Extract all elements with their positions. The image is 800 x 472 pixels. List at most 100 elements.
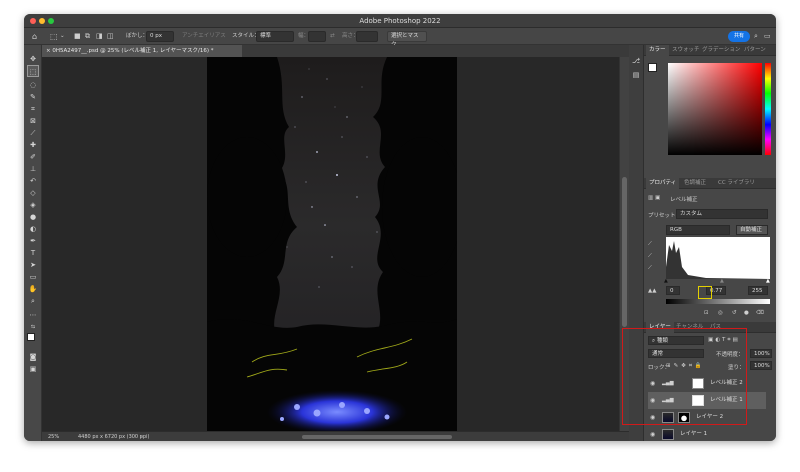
- tools-panel: ✥ ⬚ ◌ ✎ ⌗ ⊠ ⟋ ✚ ✐ ⊥ ↶ ◇ ◈ ● ◐ ✒ T ➤ ▭ ✋ …: [24, 45, 42, 441]
- histogram: [666, 237, 770, 279]
- white-eyedropper-icon[interactable]: ⟋: [648, 265, 652, 272]
- layer-name[interactable]: レイヤー 1: [680, 426, 707, 441]
- document-tab[interactable]: × 0H5A2497__.psd @ 25% (レベル補正 1, レイヤーマスク…: [42, 45, 242, 57]
- canvas-area[interactable]: [42, 57, 619, 431]
- zoom-tool-icon[interactable]: ⌕: [27, 295, 39, 307]
- frame-tool-icon[interactable]: ⊠: [27, 115, 39, 127]
- channel-select[interactable]: RGB: [666, 225, 730, 235]
- quick-selection-tool-icon[interactable]: ✎: [27, 91, 39, 103]
- dodge-tool-icon[interactable]: ◐: [27, 223, 39, 235]
- opacity-field[interactable]: 100%: [750, 349, 772, 358]
- options-bar: ⌂ ⬚ ⌄ ■ ⧉ ◨ ◫ ぼかし： 0 px アンチエイリアス スタイル： 標…: [24, 28, 776, 48]
- midtone-slider[interactable]: ▲: [720, 278, 724, 284]
- comments-panel-icon[interactable]: ▤: [630, 69, 642, 81]
- quick-mask-icon[interactable]: ◙: [27, 351, 39, 363]
- select-and-mask-button[interactable]: 選択とマスク...: [387, 31, 427, 48]
- type-tool-icon[interactable]: T: [27, 247, 39, 259]
- foreground-color-chip[interactable]: [648, 63, 657, 72]
- tab-patterns[interactable]: パターン: [744, 45, 766, 56]
- view-previous-icon[interactable]: ◎: [718, 310, 723, 316]
- chevron-down-icon[interactable]: ⌄: [60, 31, 65, 42]
- crop-tool-icon[interactable]: ⌗: [27, 103, 39, 115]
- reset-icon[interactable]: ↺: [732, 310, 737, 316]
- marquee-tool-icon[interactable]: ⬚: [50, 31, 58, 42]
- feather-input[interactable]: 0 px: [146, 31, 174, 42]
- tab-swatches[interactable]: スウォッチ: [672, 45, 700, 56]
- style-select[interactable]: 標準: [256, 31, 294, 42]
- eraser-tool-icon[interactable]: ◇: [27, 187, 39, 199]
- path-selection-tool-icon[interactable]: ➤: [27, 259, 39, 271]
- blur-tool-icon[interactable]: ●: [27, 211, 39, 223]
- height-input[interactable]: [356, 31, 378, 42]
- eyedropper-tool-icon[interactable]: ⟋: [27, 127, 39, 139]
- tab-gradients[interactable]: グラデーション: [702, 45, 740, 56]
- hand-tool-icon[interactable]: ✋: [27, 283, 39, 295]
- input-black-field[interactable]: 0: [666, 286, 680, 295]
- document-canvas[interactable]: [207, 57, 457, 431]
- search-icon[interactable]: ⌕: [754, 31, 758, 42]
- feather-label: ぼかし：: [126, 33, 149, 39]
- document-tab-label: 0H5A2497__.psd @ 25% (レベル補正 1, レイヤーマスク/1…: [52, 48, 214, 54]
- clip-to-layer-icon[interactable]: ⊡: [704, 310, 709, 316]
- visibility-icon[interactable]: ●: [744, 310, 749, 316]
- layer-thumbnail[interactable]: [662, 429, 674, 440]
- title-bar: Adobe Photoshop 2022: [24, 14, 776, 28]
- vertical-scroll-thumb[interactable]: [622, 177, 627, 327]
- properties-footer: ⊡ ◎ ↺ ● ⌫: [644, 308, 776, 320]
- width-input[interactable]: [308, 31, 326, 42]
- status-bar: 25% 4480 px x 6720 px (300 ppi) ›: [42, 431, 629, 441]
- layers-highlight-box: [622, 328, 747, 425]
- hue-slider[interactable]: [765, 63, 771, 155]
- properties-header: レベル補正: [670, 197, 698, 203]
- move-tool-icon[interactable]: ✥: [27, 53, 39, 65]
- tab-cc-libraries[interactable]: CC ライブラリ: [718, 178, 755, 189]
- add-selection-icon[interactable]: ⧉: [85, 31, 90, 42]
- black-point-slider[interactable]: ▲: [664, 278, 668, 284]
- color-panel-tabs: カラー スウォッチ グラデーション パターン: [644, 45, 776, 56]
- screen-mode-icon[interactable]: ▣: [27, 363, 39, 375]
- brush-tool-icon[interactable]: ✐: [27, 151, 39, 163]
- preset-select[interactable]: カスタム: [676, 209, 768, 219]
- trash-icon[interactable]: ⌫: [756, 310, 764, 316]
- chevron-right-icon[interactable]: ›: [140, 433, 142, 441]
- auto-button[interactable]: 自動補正: [736, 225, 768, 235]
- window-title: Adobe Photoshop 2022: [359, 17, 441, 25]
- layer-row[interactable]: ◉ レイヤー 1: [648, 426, 766, 441]
- swap-colors-icon[interactable]: ⇆: [27, 321, 39, 333]
- pen-tool-icon[interactable]: ✒: [27, 235, 39, 247]
- rectangle-tool-icon[interactable]: ▭: [27, 271, 39, 283]
- rectangular-marquee-tool-icon[interactable]: ⬚: [27, 65, 39, 77]
- history-brush-tool-icon[interactable]: ↶: [27, 175, 39, 187]
- input-levels-icon: ▲▲: [648, 288, 657, 294]
- healing-brush-tool-icon[interactable]: ✚: [27, 139, 39, 151]
- tab-properties[interactable]: プロパティ: [646, 178, 680, 189]
- black-eyedropper-icon[interactable]: ⟋: [648, 241, 652, 248]
- fill-field[interactable]: 100%: [750, 361, 772, 370]
- subtract-selection-icon[interactable]: ◨: [96, 31, 103, 42]
- home-icon[interactable]: ⌂: [32, 31, 37, 42]
- horizontal-scroll-thumb[interactable]: [302, 435, 452, 439]
- intersect-selection-icon[interactable]: ◫: [107, 31, 114, 42]
- color-picker-field[interactable]: [668, 63, 762, 155]
- antialias-checkbox[interactable]: アンチエイリアス: [182, 31, 226, 42]
- share-button[interactable]: 共有: [728, 31, 750, 42]
- white-point-slider[interactable]: ▲: [766, 278, 770, 284]
- eye-icon[interactable]: ◉: [650, 426, 655, 441]
- document-tabs: × 0H5A2497__.psd @ 25% (レベル補正 1, レイヤーマスク…: [42, 45, 629, 57]
- input-level-sliders[interactable]: ▲ ▲ ▲: [664, 278, 770, 284]
- gray-eyedropper-icon[interactable]: ⟋: [648, 253, 652, 260]
- swap-icon[interactable]: ⇄: [330, 31, 335, 42]
- input-white-field[interactable]: 255: [748, 286, 768, 295]
- tab-color[interactable]: カラー: [646, 45, 669, 56]
- paint-bucket-tool-icon[interactable]: ◈: [27, 199, 39, 211]
- output-levels-gradient[interactable]: [666, 299, 770, 304]
- more-tools-icon[interactable]: ⋯: [27, 309, 39, 321]
- clone-stamp-tool-icon[interactable]: ⊥: [27, 163, 39, 175]
- new-selection-icon[interactable]: ■: [74, 31, 81, 42]
- history-panel-icon[interactable]: ⎇: [630, 55, 642, 67]
- foreground-color-swatch[interactable]: [27, 333, 35, 341]
- lasso-tool-icon[interactable]: ◌: [27, 79, 39, 91]
- zoom-level[interactable]: 25%: [48, 433, 59, 441]
- tab-adjustments[interactable]: 色調補正: [684, 178, 706, 189]
- workspace-icon[interactable]: ▭: [764, 31, 771, 42]
